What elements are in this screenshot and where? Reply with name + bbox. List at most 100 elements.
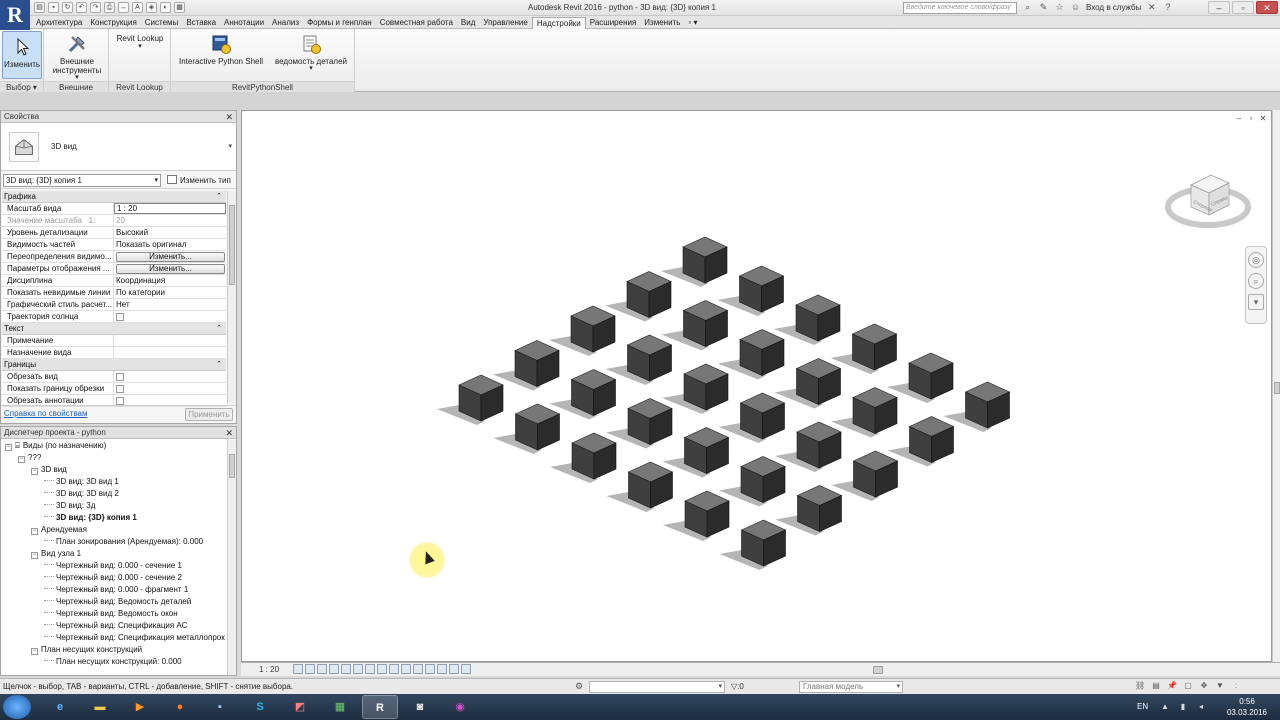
tree-toggle-icon[interactable]: − [31,552,38,559]
firefox-icon[interactable]: ● [162,695,198,719]
details-schedule-button[interactable]: ведомость деталей ▾ [271,33,351,72]
hidden-lines-value[interactable]: По категории [114,287,226,298]
close-window-button[interactable]: ✕ [1256,1,1278,14]
revit-lookup-button[interactable]: Revit Lookup ▾ [111,34,169,51]
select-underlay-icon[interactable]: ▤ [1151,681,1161,691]
start-button[interactable] [3,695,31,719]
edit-overrides-button[interactable]: Изменить... [116,252,225,262]
external-tools-button[interactable]: Внешние инструменты ▾ [48,33,106,81]
browser-scrollbar[interactable] [227,440,236,675]
discipline-value[interactable]: Координация [114,275,226,286]
chevron-down-icon[interactable]: ▾ [228,142,232,150]
chrome-icon[interactable]: ◉ [442,695,478,719]
measure-icon[interactable]: ↔ [118,2,129,13]
volume-icon[interactable]: ◂ [1196,702,1206,712]
visual-style-icon[interactable] [305,664,315,674]
explorer-icon[interactable]: ▬ [82,695,118,719]
minimize-view-icon[interactable]: – [1235,115,1243,123]
cube[interactable] [830,323,898,374]
tree-toggle-icon[interactable]: − [5,444,12,451]
worksets-icon[interactable]: ⚙ [573,681,585,692]
revit-icon[interactable]: R [362,695,398,719]
revit-logo-button[interactable]: R [0,0,30,30]
viewcube[interactable]: Спереди Справа [1165,163,1251,235]
shadows-icon[interactable] [329,664,339,674]
tree-node[interactable]: 3D вид: 3D вид 1 [1,476,227,488]
select-links-icon[interactable]: ⛓ [1135,681,1145,691]
close-icon[interactable]: ✕ [225,427,233,439]
exchange-icon[interactable]: ✕ [1146,2,1157,13]
tab-analyze[interactable]: Анализ [268,17,303,29]
sun-path-checkbox[interactable] [116,313,124,321]
cube[interactable] [549,305,616,356]
tab-structure[interactable]: Конструкция [86,17,140,29]
cube[interactable] [718,329,785,380]
cube[interactable] [550,432,617,483]
ribbon-minimize-toggle[interactable]: ▫ ▾ [684,17,701,29]
detail-level-icon[interactable] [293,664,303,674]
crop-view-icon[interactable] [353,664,363,674]
view-purpose-value[interactable] [114,347,226,358]
apply-button[interactable]: Применить [185,408,233,421]
view-scale-label[interactable]: 1 : 20 [259,665,279,674]
save-app-icon[interactable]: ▪ [202,695,238,719]
3d-view-icon[interactable]: ◈ [146,2,157,13]
print-icon[interactable]: ⎙ [104,2,115,13]
tree-node[interactable]: Чертежный вид: Спецификация металлопрок [1,632,227,644]
cube[interactable] [605,334,673,385]
cube[interactable] [774,294,841,345]
tab-architecture[interactable]: Архитектура [32,17,86,29]
zoom-icon[interactable]: ⌕ [1248,273,1264,289]
cube[interactable] [717,265,785,316]
keyboard-language[interactable]: EN [1137,702,1148,711]
cube[interactable] [493,340,560,391]
tab-view[interactable]: Вид [457,17,479,29]
close-views-icon[interactable]: ▦ [174,2,185,13]
section-extents[interactable]: Границы ⌃ [2,359,226,371]
tab-collaborate[interactable]: Совместная работа [376,17,457,29]
tab-modify[interactable]: Изменить [640,17,684,29]
drawing-area[interactable]: – ▫ ✕ Спереди Справа ◎ ⌕ ▾ [241,110,1272,662]
tree-node[interactable]: 3D вид: 3D вид 2 [1,488,227,500]
system-clock[interactable]: 0:56 03.03.2016 [1222,696,1272,718]
skype-icon[interactable]: S [242,695,278,719]
project-browser-title-bar[interactable]: Диспетчер проекта - python ✕ [1,427,236,439]
crop-annotation-checkbox[interactable] [116,397,124,405]
tree-toggle-icon[interactable]: − [31,648,38,655]
cube[interactable] [718,392,786,443]
view-scale-input[interactable]: 1 : 20 [114,203,226,214]
cube[interactable] [943,381,1011,432]
tab-extensions[interactable]: Расширения [586,17,641,29]
analysis-style-value[interactable]: Нет [114,299,226,310]
temporary-hide-icon[interactable] [389,664,399,674]
tree-node[interactable]: План зонирования (Арендуемая): 0.000 [1,536,227,548]
login-link[interactable]: Вход в службы [1086,3,1141,12]
highlight-displacement-icon[interactable] [449,664,459,674]
filter-icon[interactable]: ▼ [1215,681,1225,691]
redo-icon[interactable]: ↷ [90,2,101,13]
tree-node[interactable]: − Арендуемая [1,524,227,536]
media-icon[interactable]: ▶ [122,695,158,719]
tree-node[interactable]: 3D вид: 3д [1,500,227,512]
render-icon[interactable] [341,664,351,674]
crop-region-icon[interactable] [365,664,375,674]
restore-view-icon[interactable]: ▫ [1247,115,1255,123]
cube[interactable] [605,271,672,322]
reveal-constraints-icon[interactable] [461,664,471,674]
cube[interactable] [831,450,899,501]
tree-toggle-icon[interactable]: − [18,456,25,463]
properties-help-link[interactable]: Справка по свойствам [4,409,87,418]
maximize-button[interactable]: ▫ [1232,1,1254,14]
undo-icon[interactable]: ↶ [76,2,87,13]
tree-node[interactable]: План несущих конструкций: 0.000 [1,656,227,668]
select-by-face-icon[interactable]: ▢ [1183,681,1193,691]
detail-level-value[interactable]: Высокий [114,227,226,238]
acrobat-icon[interactable]: ◩ [282,695,318,719]
analytical-model-icon[interactable] [437,664,447,674]
ie-icon[interactable]: e [42,695,78,719]
scroll-thumb[interactable] [1274,382,1280,394]
filter-count-icon[interactable]: : [1231,681,1241,691]
text-icon[interactable]: A [132,2,143,13]
tree-toggle-icon[interactable]: − [31,468,38,475]
camera-icon[interactable]: ◙ [402,695,438,719]
